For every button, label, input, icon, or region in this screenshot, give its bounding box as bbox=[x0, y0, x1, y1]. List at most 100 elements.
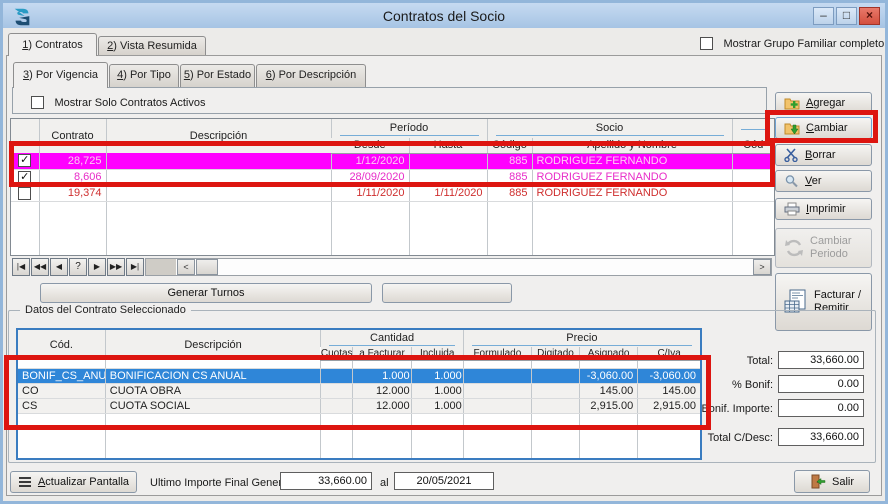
cell-formulado[interactable] bbox=[463, 398, 531, 413]
col-apellido-header[interactable]: Apellido y Nombre bbox=[532, 138, 732, 153]
cell-hasta[interactable] bbox=[409, 153, 487, 169]
tab-vista-resumida[interactable]: 2) Vista Resumida bbox=[98, 36, 206, 55]
maximize-button[interactable]: □ bbox=[836, 7, 857, 25]
col-formulado-header[interactable]: Formulado bbox=[463, 347, 531, 360]
cell-cuotas[interactable] bbox=[321, 368, 353, 383]
nav-next-button[interactable]: ▶ bbox=[88, 258, 106, 276]
secondary-action-button[interactable] bbox=[382, 283, 512, 303]
cell-descripcion[interactable] bbox=[106, 153, 331, 169]
tab-por-tipo[interactable]: 4) Por Tipo bbox=[109, 64, 179, 87]
actualizar-pantalla-button[interactable]: Actualizar Pantalla bbox=[10, 471, 137, 493]
cell-codigo[interactable]: 885 bbox=[487, 185, 532, 201]
detail-row-selected[interactable]: BONIF_CS_ANUA BONIFICACION CS ANUAL 1.00… bbox=[18, 368, 700, 383]
cell-cuotas[interactable] bbox=[321, 398, 353, 413]
cell-descripcion[interactable]: CUOTA OBRA bbox=[105, 383, 321, 398]
col-a-facturar-header[interactable]: a Facturar bbox=[353, 347, 411, 360]
solo-activos-checkbox[interactable] bbox=[31, 96, 44, 109]
cell-contrato[interactable]: 19,374 bbox=[39, 185, 106, 201]
cell-desde[interactable]: 1/11/2020 bbox=[331, 185, 409, 201]
cell-descripcion[interactable] bbox=[106, 185, 331, 201]
cell-apellido[interactable]: RODRIGUEZ FERNANDO bbox=[532, 185, 732, 201]
cell-contrato[interactable]: 28,725 bbox=[39, 153, 106, 169]
title-bar[interactable]: Contratos del Socio – □ × bbox=[3, 3, 885, 28]
cell-a-facturar[interactable]: 1.000 bbox=[353, 368, 411, 383]
bonif-importe-field[interactable]: 0.00 bbox=[778, 399, 864, 417]
nav-fast-prev-button[interactable]: ◀◀ bbox=[31, 258, 49, 276]
col-cuotas-header[interactable]: Cuotas bbox=[321, 347, 353, 360]
tab-por-vigencia[interactable]: 3) Por Vigencia bbox=[13, 62, 108, 88]
salir-button[interactable]: Salir bbox=[794, 470, 870, 493]
cell-cod[interactable] bbox=[732, 169, 774, 185]
cell-desde[interactable]: 28/09/2020 bbox=[331, 169, 409, 185]
ultimo-importe-field[interactable]: 33,660.00 bbox=[280, 472, 372, 490]
contract-row-selected[interactable]: ✓ 28,725 1/12/2020 885 RODRIGUEZ FERNAND… bbox=[11, 153, 774, 169]
nav-fast-next-button[interactable]: ▶▶ bbox=[107, 258, 125, 276]
col-digitado-header[interactable]: Digitado bbox=[531, 347, 579, 360]
cambiar-periodo-button[interactable]: CambiarPeriodo bbox=[775, 228, 872, 268]
cell-digitado[interactable] bbox=[531, 368, 579, 383]
col-cod-header[interactable]: Cód. bbox=[18, 330, 105, 360]
row-checkbox[interactable] bbox=[18, 187, 31, 200]
cell-incluida[interactable]: 1.000 bbox=[411, 368, 463, 383]
row-checkbox[interactable]: ✓ bbox=[18, 154, 31, 167]
cell-descripcion[interactable]: CUOTA SOCIAL bbox=[105, 398, 321, 413]
cell-incluida[interactable]: 1.000 bbox=[411, 398, 463, 413]
detail-grid[interactable]: Cód. Descripción Cantidad Precio Cuotas … bbox=[16, 328, 702, 460]
minimize-button[interactable]: – bbox=[813, 7, 834, 25]
col-descripcion-header[interactable]: Descripción bbox=[105, 330, 321, 360]
cell-a-facturar[interactable]: 12.000 bbox=[353, 383, 411, 398]
generar-turnos-button[interactable]: Generar Turnos bbox=[40, 283, 372, 303]
horizontal-scrollbar[interactable]: < > bbox=[145, 258, 772, 276]
cell-codigo[interactable]: 885 bbox=[487, 153, 532, 169]
col-codigo-header[interactable]: Código bbox=[487, 138, 532, 153]
cell-hasta[interactable] bbox=[409, 169, 487, 185]
cell-formulado[interactable] bbox=[463, 383, 531, 398]
cell-hasta[interactable]: 1/11/2020 bbox=[409, 185, 487, 201]
detail-row[interactable]: CS CUOTA SOCIAL 12.000 1.000 2,915.00 2,… bbox=[18, 398, 700, 413]
cell-formulado[interactable] bbox=[463, 368, 531, 383]
col-hasta-header[interactable]: Hasta bbox=[409, 138, 487, 153]
tab-por-estado[interactable]: 5) Por Estado bbox=[180, 64, 255, 87]
family-checkbox[interactable] bbox=[700, 37, 713, 50]
tab-por-descripcion[interactable]: 6) Por Descripción bbox=[256, 64, 366, 87]
tab-contratos[interactable]: 1) Contratos bbox=[8, 33, 97, 56]
contract-row[interactable]: ✓ 8,606 28/09/2020 885 RODRIGUEZ FERNAND… bbox=[11, 169, 774, 185]
col-cod-header[interactable]: Cód bbox=[732, 138, 774, 153]
contract-row[interactable]: 19,374 1/11/2020 1/11/2020 885 RODRIGUEZ… bbox=[11, 185, 774, 201]
agregar-button[interactable]: Agregar bbox=[775, 92, 872, 114]
nav-help-button[interactable]: ? bbox=[69, 258, 87, 276]
cell-incluida[interactable]: 1.000 bbox=[411, 383, 463, 398]
scroll-right-button[interactable]: > bbox=[753, 259, 771, 275]
cell-descripcion[interactable] bbox=[106, 169, 331, 185]
nav-prev-button[interactable]: ◀ bbox=[50, 258, 68, 276]
cell-cod[interactable]: CS bbox=[18, 398, 105, 413]
cambiar-button[interactable]: Cambiar bbox=[775, 117, 872, 139]
cell-contrato[interactable]: 8,606 bbox=[39, 169, 106, 185]
detail-row[interactable]: CO CUOTA OBRA 12.000 1.000 145.00 145.00 bbox=[18, 383, 700, 398]
col-descripcion-header[interactable]: Descripción bbox=[106, 119, 331, 153]
row-checkbox[interactable]: ✓ bbox=[18, 171, 31, 184]
cell-digitado[interactable] bbox=[531, 383, 579, 398]
cell-desde[interactable]: 1/12/2020 bbox=[331, 153, 409, 169]
cell-apellido[interactable]: RODRIGUEZ FERNANDO bbox=[532, 169, 732, 185]
col-incluida-header[interactable]: Incluida bbox=[411, 347, 463, 360]
cell-cod[interactable]: BONIF_CS_ANUA bbox=[18, 368, 105, 383]
cell-codigo[interactable]: 885 bbox=[487, 169, 532, 185]
close-button[interactable]: × bbox=[859, 7, 880, 25]
col-desde-header[interactable]: Desde bbox=[331, 138, 409, 153]
fecha-field[interactable]: 20/05/2021 bbox=[394, 472, 494, 490]
total-field[interactable]: 33,660.00 bbox=[778, 351, 864, 369]
nav-first-button[interactable]: |◀ bbox=[12, 258, 30, 276]
borrar-button[interactable]: Borrar bbox=[775, 144, 872, 166]
total-cdesc-field[interactable]: 33,660.00 bbox=[778, 428, 864, 446]
cell-apellido[interactable]: RODRIGUEZ FERNANDO bbox=[532, 153, 732, 169]
scroll-left-button[interactable]: < bbox=[177, 259, 195, 275]
cell-cod[interactable]: CO bbox=[18, 383, 105, 398]
cell-cod[interactable] bbox=[732, 185, 774, 201]
imprimir-button[interactable]: Imprimir bbox=[775, 198, 872, 220]
cell-cuotas[interactable] bbox=[321, 383, 353, 398]
cell-a-facturar[interactable]: 12.000 bbox=[353, 398, 411, 413]
contracts-grid[interactable]: Contrato Descripción Período Socio Desde… bbox=[10, 118, 775, 256]
cell-cod[interactable] bbox=[732, 153, 774, 169]
scrollbar-thumb[interactable] bbox=[196, 259, 218, 275]
